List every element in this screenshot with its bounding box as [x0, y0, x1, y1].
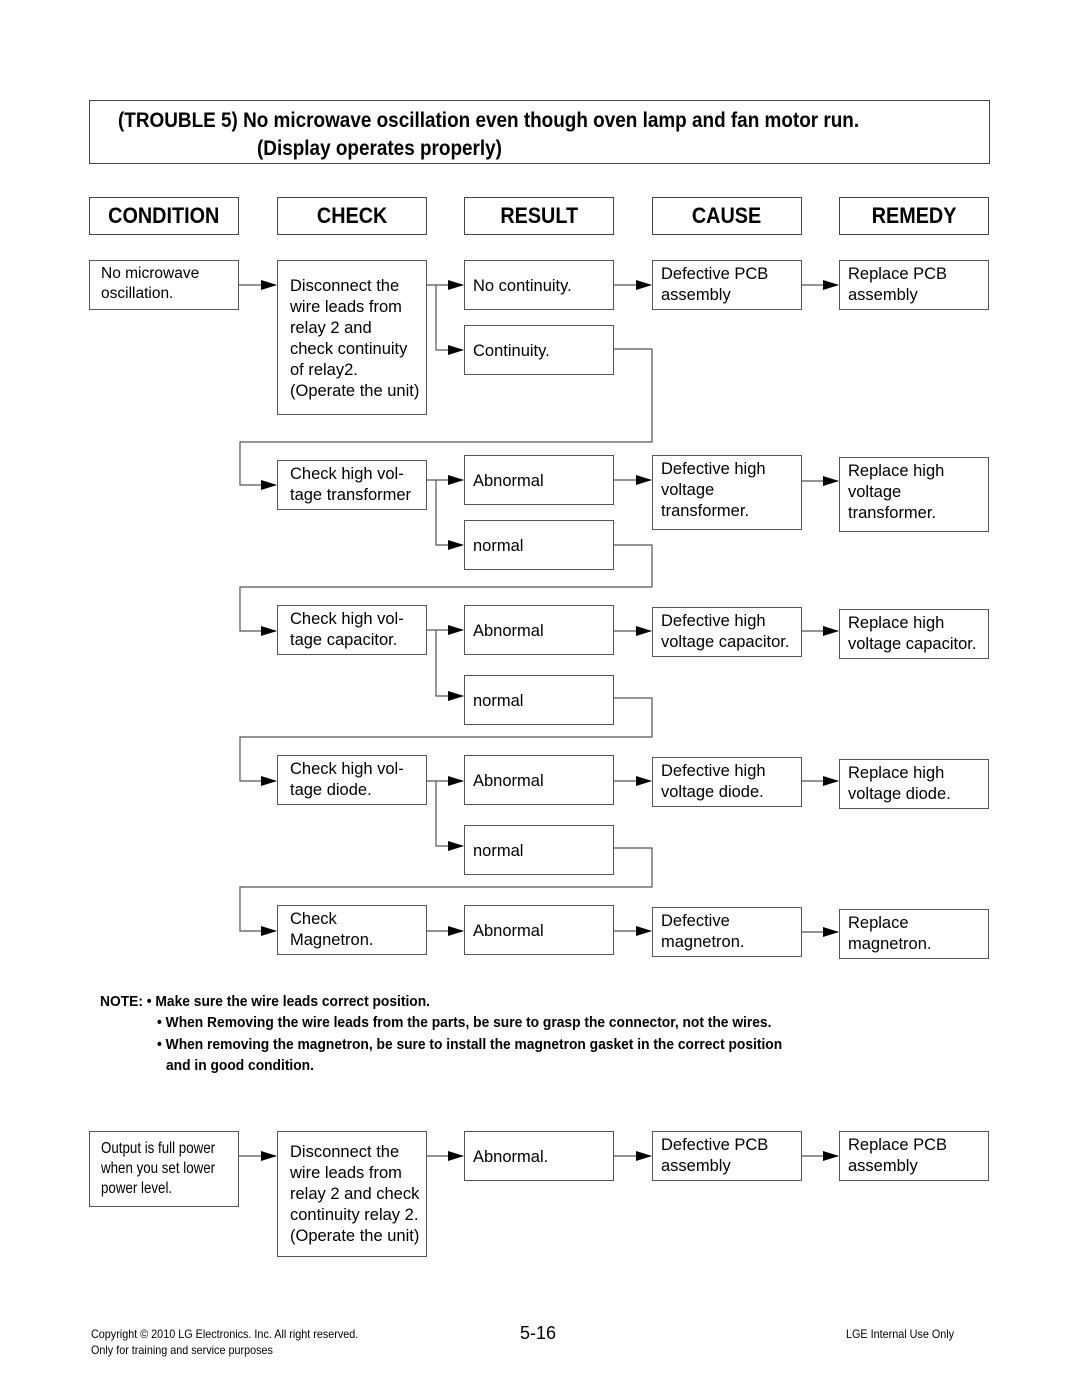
arrow-check-to-continuity: [435, 285, 464, 355]
note-line-1: NOTE: • Make sure the wire leads correct…: [100, 993, 459, 1010]
cause-defective-capacitor: Defective high voltage capacitor.: [652, 607, 802, 657]
note-text-1: NOTE: • Make sure the wire leads correct…: [100, 993, 430, 1010]
result-no-continuity: No continuity.: [464, 260, 614, 310]
result-diode-normal: normal: [464, 825, 614, 875]
arrow-diode-to-normal: [435, 781, 464, 851]
note-text-2: • When Removing the wire leads from the …: [157, 1014, 772, 1031]
result-transformer-abnormal: Abnormal: [464, 455, 614, 505]
footer-copyright: Copyright © 2010 LG Electronics. Inc. Al…: [91, 1327, 388, 1341]
note-text-4: and in good condition.: [166, 1057, 314, 1074]
result-diode-abnormal: Abnormal: [464, 755, 614, 805]
footer-training-text: Only for training and service purposes: [91, 1343, 273, 1357]
result-capacitor-abnormal: Abnormal: [464, 605, 614, 655]
condition-no-oscillation: No microwave oscillation.: [89, 260, 239, 310]
arrow-transformer-to-normal: [435, 480, 464, 550]
arrow-capacitor-to-normal: [435, 630, 464, 701]
remedy-replace-capacitor: Replace high voltage capacitor.: [839, 609, 989, 659]
result-continuity: Continuity.: [464, 325, 614, 375]
remedy-replace-transformer: Replace high voltage transformer.: [839, 457, 989, 532]
note-line-4: and in good condition.: [166, 1057, 327, 1074]
check-magnetron: Check Magnetron.: [277, 905, 427, 955]
note-line-3: • When removing the magnetron, be sure t…: [157, 1036, 837, 1053]
cause-defective-magnetron: Defective magnetron.: [652, 907, 802, 957]
check-relay2-continuity-2: Disconnect the wire leads from relay 2 a…: [277, 1131, 427, 1257]
check-hv-transformer: Check high vol- tage transformer: [277, 460, 427, 510]
note-text-3: • When removing the magnetron, be sure t…: [157, 1036, 783, 1053]
result-magnetron-abnormal: Abnormal: [464, 905, 614, 955]
remedy-replace-pcb: Replace PCB assembly: [839, 260, 989, 310]
result-transformer-normal: normal: [464, 520, 614, 570]
page-number: 5-16: [520, 1323, 557, 1343]
condition-full-power-text: Output is full power when you set lower …: [101, 1140, 216, 1197]
footer-internal: LGE Internal Use Only: [846, 1327, 966, 1341]
check-relay2-continuity: Disconnect the wire leads from relay 2 a…: [277, 260, 427, 415]
footer-training: Only for training and service purposes: [91, 1343, 293, 1357]
cause-defective-pcb-2: Defective PCB assembly: [652, 1131, 802, 1181]
remedy-replace-pcb-2: Replace PCB assembly: [839, 1131, 989, 1181]
check-hv-capacitor: Check high vol- tage capacitor.: [277, 605, 427, 655]
check-hv-diode: Check high vol- tage diode.: [277, 755, 427, 805]
cause-defective-diode: Defective high voltage diode.: [652, 757, 802, 807]
result-capacitor-normal: normal: [464, 675, 614, 725]
footer-copyright-text: Copyright © 2010 LG Electronics. Inc. Al…: [91, 1327, 359, 1341]
result-abnormal-6: Abnormal.: [464, 1131, 614, 1181]
cause-defective-pcb: Defective PCB assembly: [652, 260, 802, 310]
footer-internal-text: LGE Internal Use Only: [846, 1327, 955, 1341]
note-line-2: • When Removing the wire leads from the …: [157, 1014, 825, 1031]
remedy-replace-diode: Replace high voltage diode.: [839, 759, 989, 809]
cause-defective-transformer: Defective high voltage transformer.: [652, 455, 802, 530]
remedy-replace-magnetron: Replace magnetron.: [839, 909, 989, 959]
condition-full-power: Output is full power when you set lower …: [89, 1131, 239, 1207]
